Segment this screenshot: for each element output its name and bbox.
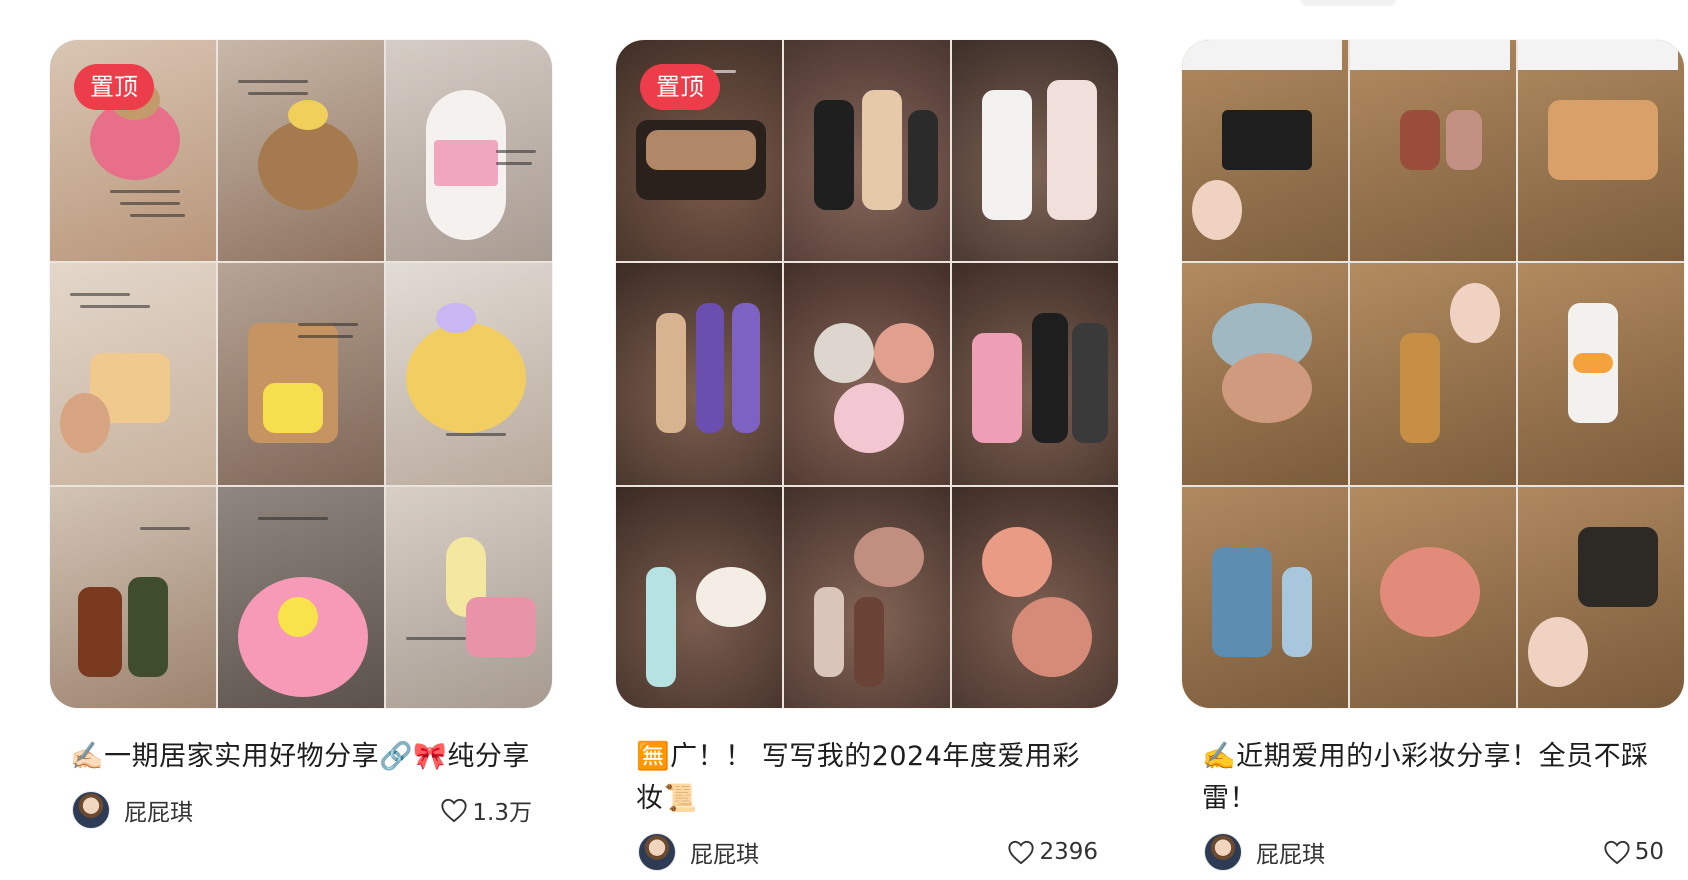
cover-tile	[50, 263, 216, 485]
note-cover-image[interactable]: 置顶	[616, 40, 1118, 708]
notes-grid: 置顶 ✍🏻一期居家实用好物分享🔗🎀纯分享 屁屁琪 1.3万 置顶 🈚广！！ 写写…	[0, 0, 1688, 880]
cover-tile	[784, 486, 950, 708]
cover-tile	[616, 263, 782, 485]
cover-tile	[1350, 486, 1516, 708]
cover-tile	[1518, 486, 1684, 708]
cover-tile	[952, 40, 1118, 262]
avatar[interactable]	[638, 833, 676, 871]
pinned-badge: 置顶	[640, 64, 720, 110]
cover-tile	[952, 263, 1118, 485]
author-name[interactable]: 屁屁琪	[124, 793, 193, 827]
note-cover-image[interactable]: 置顶	[50, 40, 552, 708]
like-button[interactable]: 2396	[1007, 839, 1098, 865]
avatar[interactable]	[72, 791, 110, 829]
author-name[interactable]: 屁屁琪	[690, 835, 759, 869]
note-card[interactable]: 置顶	[616, 40, 1118, 872]
note-title[interactable]: ✍🏻一期居家实用好物分享🔗🎀纯分享	[70, 736, 532, 778]
author[interactable]: 屁屁琪	[72, 791, 193, 829]
cover-tile	[1518, 40, 1684, 262]
cover-tile	[1350, 40, 1516, 262]
note-cover-image[interactable]	[1182, 40, 1684, 708]
cover-tile	[1350, 263, 1516, 485]
pinned-badge: 置顶	[74, 64, 154, 110]
cover-tile	[1182, 263, 1348, 485]
cover-tile	[218, 40, 384, 262]
heart-outline-icon[interactable]	[440, 797, 468, 823]
note-card[interactable]: 置顶	[50, 40, 552, 830]
note-meta: 屁屁琪 50	[1204, 832, 1664, 872]
like-button[interactable]: 1.3万	[440, 793, 532, 827]
note-card[interactable]: ✍️近期爱用的小彩妆分享！全员不踩雷！ 屁屁琪 50	[1182, 40, 1684, 872]
cover-tile	[386, 263, 552, 485]
heart-outline-icon[interactable]	[1007, 839, 1035, 865]
note-meta: 屁屁琪 1.3万	[72, 790, 532, 830]
cover-tile	[952, 486, 1118, 708]
cover-tile	[218, 263, 384, 485]
cover-tile	[1518, 263, 1684, 485]
like-count: 50	[1634, 839, 1664, 865]
note-meta: 屁屁琪 2396	[638, 832, 1098, 872]
author-name[interactable]: 屁屁琪	[1256, 835, 1325, 869]
cover-tile	[218, 486, 384, 708]
note-title[interactable]: ✍️近期爱用的小彩妆分享！全员不踩雷！	[1202, 736, 1664, 820]
like-count: 1.3万	[472, 800, 532, 826]
author[interactable]: 屁屁琪	[1204, 833, 1325, 871]
cover-tile	[784, 263, 950, 485]
heart-outline-icon[interactable]	[1603, 839, 1631, 865]
cover-tile	[386, 486, 552, 708]
cover-tile	[616, 486, 782, 708]
top-scroll-indicator	[1300, 0, 1396, 6]
avatar[interactable]	[1204, 833, 1242, 871]
cover-tile	[1182, 486, 1348, 708]
cover-tile	[50, 486, 216, 708]
note-title[interactable]: 🈚广！！ 写写我的2024年度爱用彩妆📜	[636, 736, 1098, 820]
like-button[interactable]: 50	[1603, 839, 1664, 865]
author[interactable]: 屁屁琪	[638, 833, 759, 871]
cover-tile	[784, 40, 950, 262]
cover-tile	[386, 40, 552, 262]
cover-tile	[1182, 40, 1348, 262]
like-count: 2396	[1039, 839, 1098, 865]
